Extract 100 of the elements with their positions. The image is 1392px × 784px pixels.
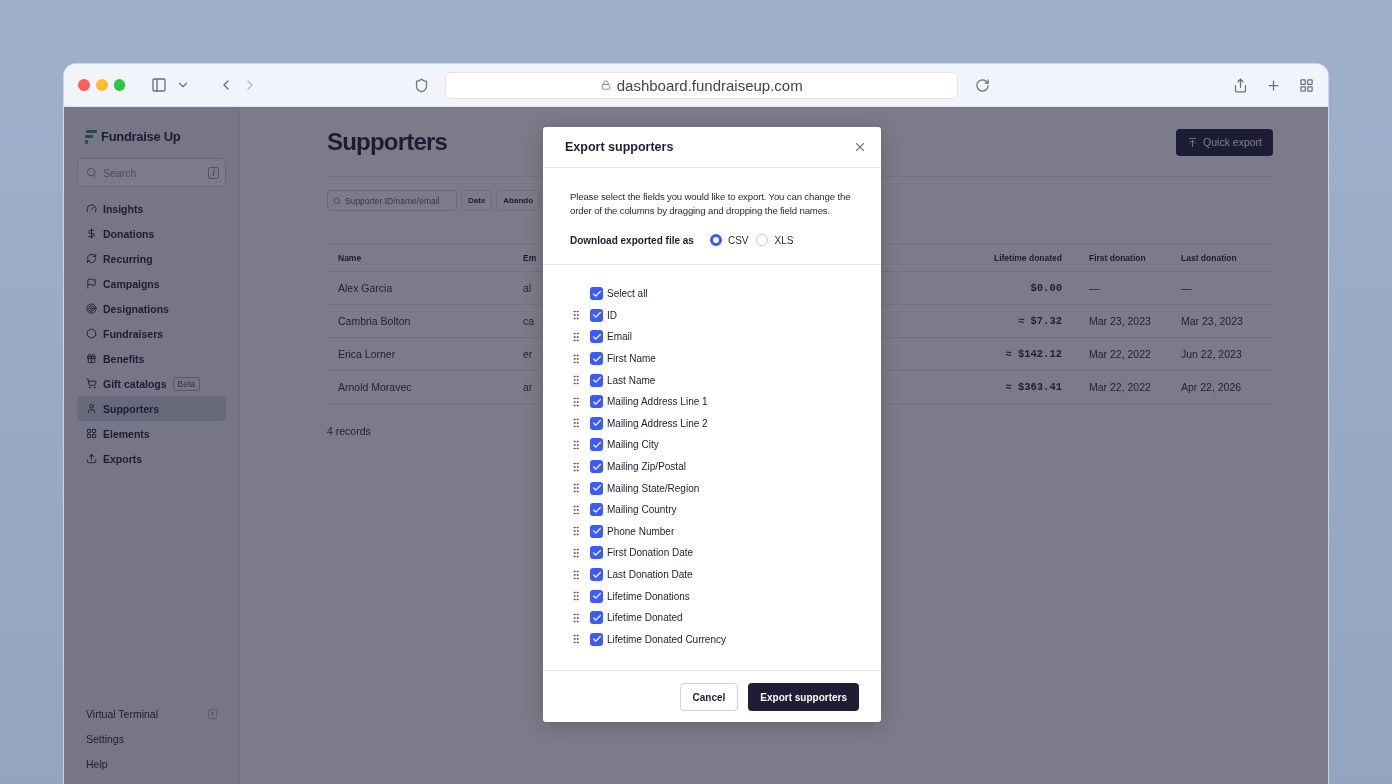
checkbox[interactable] (590, 438, 603, 452)
close-button[interactable] (853, 140, 867, 154)
checkbox[interactable] (590, 395, 603, 409)
table-cell: Mar 23, 2023 (1181, 305, 1273, 338)
table-cell: Mar 23, 2023 (1089, 305, 1181, 338)
sidebar-item[interactable]: Settings (77, 726, 226, 751)
nav-icon (86, 203, 97, 214)
nav-icon (86, 353, 97, 364)
nav-icon (86, 253, 97, 264)
checkbox[interactable] (590, 632, 603, 646)
quick-export-button[interactable]: Quick export (1176, 128, 1273, 156)
tab-overview-icon[interactable] (1299, 77, 1314, 93)
dialog-description: Please select the fields you would like to export. You can change the order of the columns by dragging and dropping the field names. (570, 190, 852, 218)
search-icon (86, 167, 97, 178)
table-cell: — (1089, 272, 1181, 305)
column-header: Last donation (1181, 244, 1273, 272)
checkbox-label: Lifetime Donated (607, 612, 683, 624)
table-cell: Erica Lorner (327, 338, 523, 371)
supporter-search-field[interactable]: Supporter ID/name/email (327, 190, 457, 211)
share-icon[interactable] (1233, 77, 1248, 93)
checkbox-label: Mailing State/Region (607, 482, 700, 494)
column-header: Name (327, 244, 523, 272)
table-cell: Mar 22, 2022 (1089, 338, 1181, 371)
checkbox-label: Last Donation Date (607, 569, 693, 580)
checkbox[interactable] (590, 330, 603, 344)
checkbox-label: First Name (607, 353, 656, 365)
checkbox[interactable] (590, 287, 603, 301)
checkbox-label: Select all (607, 288, 648, 300)
nav-icon (86, 278, 97, 289)
checkbox[interactable] (590, 589, 603, 603)
checkbox[interactable] (590, 611, 603, 625)
logo-text: Fundraise Up (101, 129, 181, 144)
sidebar-item[interactable]: Insights (77, 196, 226, 221)
checkbox[interactable] (590, 546, 603, 560)
logo-icon (85, 129, 97, 144)
sidebar-item[interactable]: Recurring (77, 246, 226, 271)
checkbox[interactable] (590, 416, 603, 430)
table-cell: Alex Garcia (327, 272, 523, 305)
nav-icon (86, 378, 97, 389)
address-bar[interactable]: dashboard.fundraiseup.com (445, 71, 958, 99)
table-cell: Arnold Moravec (327, 371, 523, 404)
table-cell: ≈ $142.12 (979, 338, 1089, 371)
nav-icon (86, 428, 97, 439)
checkbox-label: Lifetime Donated Currency (607, 633, 726, 645)
beta-badge: Beta (172, 376, 201, 391)
sidebar-item[interactable]: Campaigns (77, 271, 226, 296)
filter-button[interactable]: Date (461, 190, 493, 211)
search-icon (333, 196, 341, 205)
sidebar-item[interactable]: Virtual Terminal (77, 701, 226, 726)
checkbox-label: ID (607, 309, 617, 321)
sidebar-item[interactable]: Gift catalogs Beta (77, 371, 226, 396)
format-radio[interactable]: CSV (709, 234, 749, 246)
upload-icon (1187, 136, 1199, 148)
format-radio[interactable]: XLS (756, 234, 794, 246)
table-cell: Jun 22, 2023 (1181, 338, 1273, 371)
table-cell: Apr 22, 2026 (1181, 371, 1273, 404)
sidebar-item[interactable]: Designations (77, 296, 226, 321)
search-placeholder: Supporter ID/name/email (345, 195, 440, 206)
nav-icon (86, 228, 97, 239)
table-cell: ≈ $7.32 (979, 305, 1089, 338)
checkbox-label: Mailing Address Line 2 (607, 417, 708, 429)
sidebar-item[interactable]: Donations (77, 221, 226, 246)
checkbox-label: Mailing City (607, 439, 659, 451)
table-cell: — (1181, 272, 1273, 305)
sidebar-item[interactable]: Exports (77, 446, 226, 471)
sidebar-toggle-icon[interactable] (151, 77, 168, 93)
checkbox[interactable] (590, 524, 603, 538)
table-cell: Cambria Bolton (327, 305, 523, 338)
sidebar-item[interactable]: Help (77, 751, 226, 776)
cancel-button[interactable]: Cancel (679, 683, 739, 712)
shield-icon[interactable] (414, 77, 430, 93)
sidebar-item[interactable]: Fundraisers (77, 321, 226, 346)
checkbox[interactable] (590, 352, 603, 366)
format-label: Download exported file as (570, 234, 694, 246)
shortcut-key: / (208, 166, 219, 179)
export-button[interactable]: Export supporters (748, 683, 859, 712)
checkbox[interactable] (590, 308, 603, 322)
checkbox[interactable] (590, 460, 603, 474)
checkbox[interactable] (590, 373, 603, 387)
table-cell: ≈ $363.41 (979, 371, 1089, 404)
new-tab-icon[interactable] (1266, 77, 1281, 93)
checkbox[interactable] (590, 503, 603, 517)
close-window-button[interactable] (78, 79, 90, 91)
column-header: Lifetime donated (979, 244, 1089, 272)
checkbox[interactable] (590, 568, 603, 581)
checkbox[interactable] (590, 481, 603, 495)
checkbox-label: Mailing Country (607, 504, 677, 516)
table-cell: $0.00 (979, 272, 1089, 305)
reload-icon[interactable] (975, 77, 990, 93)
sidebar-item[interactable]: Benefits (77, 346, 226, 371)
lock-icon (600, 80, 611, 90)
checkbox-label: Phone Number (607, 525, 675, 537)
sidebar-item[interactable]: Elements (77, 421, 226, 446)
sidebar-item[interactable]: Supporters (77, 396, 226, 421)
page-title: Supporters (327, 128, 448, 156)
url-text: dashboard.fundraiseup.com (616, 76, 803, 94)
checkbox-label: Lifetime Donations (607, 590, 690, 602)
filter-button[interactable]: Abando (496, 190, 541, 211)
nav-icon (86, 403, 97, 414)
checkbox-label: First Donation Date (607, 547, 694, 559)
